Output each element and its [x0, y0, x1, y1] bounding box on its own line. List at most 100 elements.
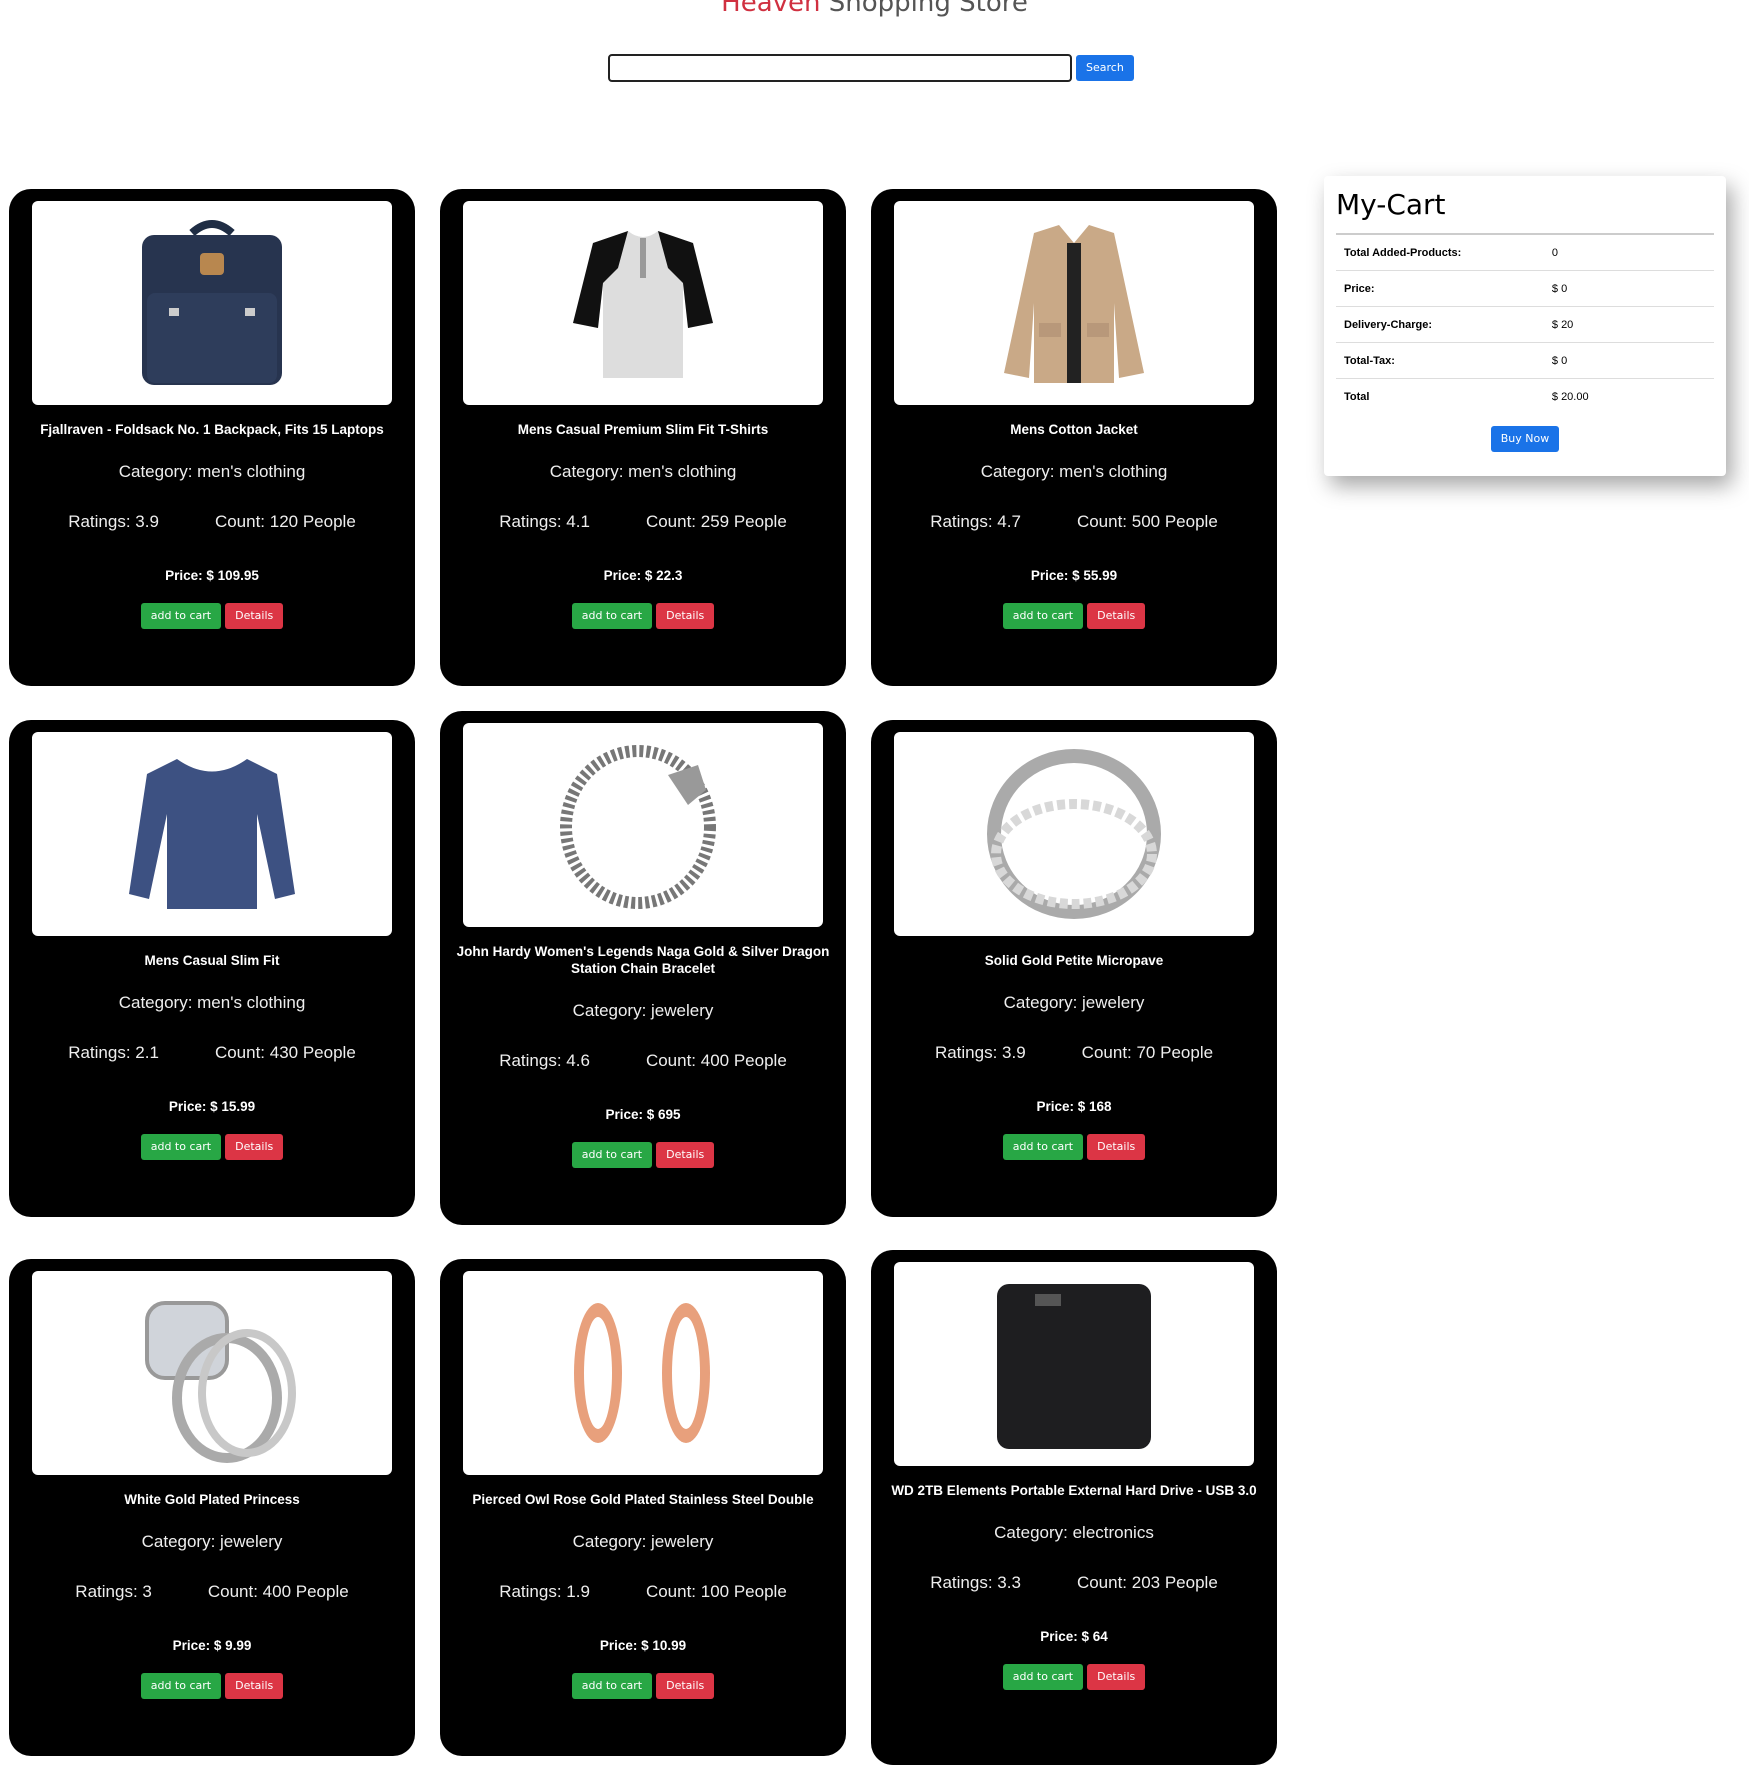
product-count: Count: 400 People: [207, 1582, 349, 1601]
add-to-cart-button[interactable]: add to cart: [1002, 1664, 1084, 1690]
product-category: Category: electronics: [994, 1523, 1154, 1542]
product-ratings: Ratings: 2.1: [68, 1043, 159, 1062]
product-category: Category: jewelery: [572, 1532, 714, 1551]
details-button[interactable]: Details: [656, 1142, 715, 1168]
cart-row-label: Delivery-Charge:: [1336, 306, 1544, 343]
details-button[interactable]: Details: [656, 1673, 715, 1699]
add-to-cart-button[interactable]: add to cart: [1002, 1134, 1084, 1160]
product-image: [32, 201, 392, 405]
details-button[interactable]: Details: [225, 1673, 284, 1699]
product-stats: Ratings: 1.9 Count: 100 People: [440, 1582, 846, 1602]
details-button[interactable]: Details: [1087, 603, 1146, 629]
product-ratings: Ratings: 4.6: [499, 1051, 590, 1070]
cart-row: Total $ 20.00: [1336, 378, 1714, 414]
product-price: Price: $ 22.3: [603, 568, 683, 583]
details-button[interactable]: Details: [1087, 1664, 1146, 1690]
backpack-icon: [142, 220, 282, 385]
product-actions: add to cart Details: [871, 603, 1277, 629]
product-actions: add to cart Details: [440, 1673, 846, 1699]
product-card: Solid Gold Petite Micropave Category: je…: [871, 720, 1277, 1217]
product-image: [894, 201, 1254, 405]
product-title: Mens Cotton Jacket: [1010, 422, 1138, 437]
product-card: White Gold Plated Princess Category: jew…: [9, 1259, 415, 1756]
add-to-cart-button[interactable]: add to cart: [571, 603, 653, 629]
product-price: Price: $ 15.99: [168, 1099, 256, 1114]
product-stats: Ratings: 2.1 Count: 430 People: [9, 1043, 415, 1063]
product-price: Price: $ 10.99: [599, 1638, 687, 1653]
cart-row-value: $ 0: [1543, 342, 1714, 379]
cart-row-value: $ 0: [1543, 270, 1714, 307]
details-button[interactable]: Details: [656, 603, 715, 629]
product-title: Mens Casual Slim Fit: [144, 953, 280, 968]
product-title: White Gold Plated Princess: [124, 1492, 300, 1507]
product-title: Mens Casual Premium Slim Fit T-Shirts: [517, 422, 769, 437]
product-count: Count: 400 People: [645, 1051, 787, 1070]
product-actions: add to cart Details: [871, 1664, 1277, 1690]
product-stats: Ratings: 4.7 Count: 500 People: [871, 512, 1277, 532]
product-ratings: Ratings: 3.9: [934, 1043, 1026, 1062]
product-count: Count: 203 People: [1076, 1573, 1218, 1592]
product-card: WD 2TB Elements Portable External Hard D…: [871, 1250, 1277, 1765]
jacket-icon: [1004, 225, 1144, 383]
product-count: Count: 100 People: [645, 1582, 787, 1601]
add-to-cart-button[interactable]: add to cart: [571, 1142, 653, 1168]
product-stats: Ratings: 3.9 Count: 70 People: [871, 1043, 1277, 1063]
product-actions: add to cart Details: [440, 1142, 846, 1168]
ring-icon: [987, 749, 1161, 919]
longsleeve-icon: [129, 759, 295, 909]
product-category: Category: men's clothing: [118, 462, 306, 481]
product-price: Price: $ 109.95: [165, 568, 259, 583]
product-category: Category: jewelery: [141, 1532, 283, 1551]
product-price: Price: $ 695: [605, 1107, 681, 1122]
product-count: Count: 430 People: [214, 1043, 356, 1062]
brand-name: Heaven: [721, 0, 821, 18]
product-stats: Ratings: 3.3 Count: 203 People: [871, 1573, 1277, 1593]
search-input[interactable]: [608, 54, 1072, 82]
product-stats: Ratings: 4.6 Count: 400 People: [440, 1051, 846, 1071]
product-category: Category: men's clothing: [980, 462, 1168, 481]
product-category: Category: men's clothing: [549, 462, 737, 481]
product-title: John Hardy Women's Legends Naga Gold & S…: [456, 944, 830, 976]
product-ratings: Ratings: 1.9: [499, 1582, 590, 1601]
product-card: Mens Casual Premium Slim Fit T-Shirts Ca…: [440, 189, 846, 686]
product-card: Mens Casual Slim Fit Category: men's clo…: [9, 720, 415, 1217]
product-image: [32, 1271, 392, 1475]
product-image: [894, 1262, 1254, 1466]
product-image: [894, 732, 1254, 936]
title-text: Shopping Store: [828, 0, 1028, 18]
product-count: Count: 70 People: [1081, 1043, 1214, 1062]
cart-summary-table: Total Added-Products: 0 Price: $ 0 Deliv…: [1336, 233, 1714, 414]
product-category: Category: jewelery: [572, 1001, 714, 1020]
cart-actions: Buy Now: [1336, 426, 1714, 452]
details-button[interactable]: Details: [225, 1134, 284, 1160]
product-title: Solid Gold Petite Micropave: [984, 953, 1164, 968]
product-card: Mens Cotton Jacket Category: men's cloth…: [871, 189, 1277, 686]
cart-row: Delivery-Charge: $ 20: [1336, 306, 1714, 343]
add-to-cart-button[interactable]: add to cart: [1002, 603, 1084, 629]
product-card: Pierced Owl Rose Gold Plated Stainless S…: [440, 1259, 846, 1756]
cart-row-value: $ 20.00: [1543, 378, 1714, 414]
details-button[interactable]: Details: [1087, 1134, 1146, 1160]
cart-row-label: Price:: [1336, 270, 1544, 307]
cart-row: Total-Tax: $ 0: [1336, 342, 1714, 379]
product-price: Price: $ 168: [1036, 1099, 1112, 1114]
buy-now-button[interactable]: Buy Now: [1490, 426, 1560, 452]
product-ratings: Ratings: 3: [75, 1582, 152, 1601]
page-title: Heaven Shopping Store: [0, 0, 1749, 18]
cart-row-value: 0: [1543, 233, 1714, 271]
details-button[interactable]: Details: [225, 603, 284, 629]
cart-title: My-Cart: [1336, 188, 1446, 221]
product-stats: Ratings: 3 Count: 400 People: [9, 1582, 415, 1602]
add-to-cart-button[interactable]: add to cart: [140, 1134, 222, 1160]
cart-row-label: Total: [1336, 378, 1544, 414]
add-to-cart-button[interactable]: add to cart: [571, 1673, 653, 1699]
search-button[interactable]: Search: [1076, 55, 1134, 81]
product-price: Price: $ 9.99: [172, 1638, 252, 1653]
add-to-cart-button[interactable]: add to cart: [140, 1673, 222, 1699]
ear-plug-icon: [574, 1303, 710, 1443]
add-to-cart-button[interactable]: add to cart: [140, 603, 222, 629]
cart-row-label: Total-Tax:: [1336, 342, 1544, 379]
cart-row: Total Added-Products: 0: [1336, 233, 1714, 271]
product-actions: add to cart Details: [9, 1673, 415, 1699]
product-image: [463, 723, 823, 927]
